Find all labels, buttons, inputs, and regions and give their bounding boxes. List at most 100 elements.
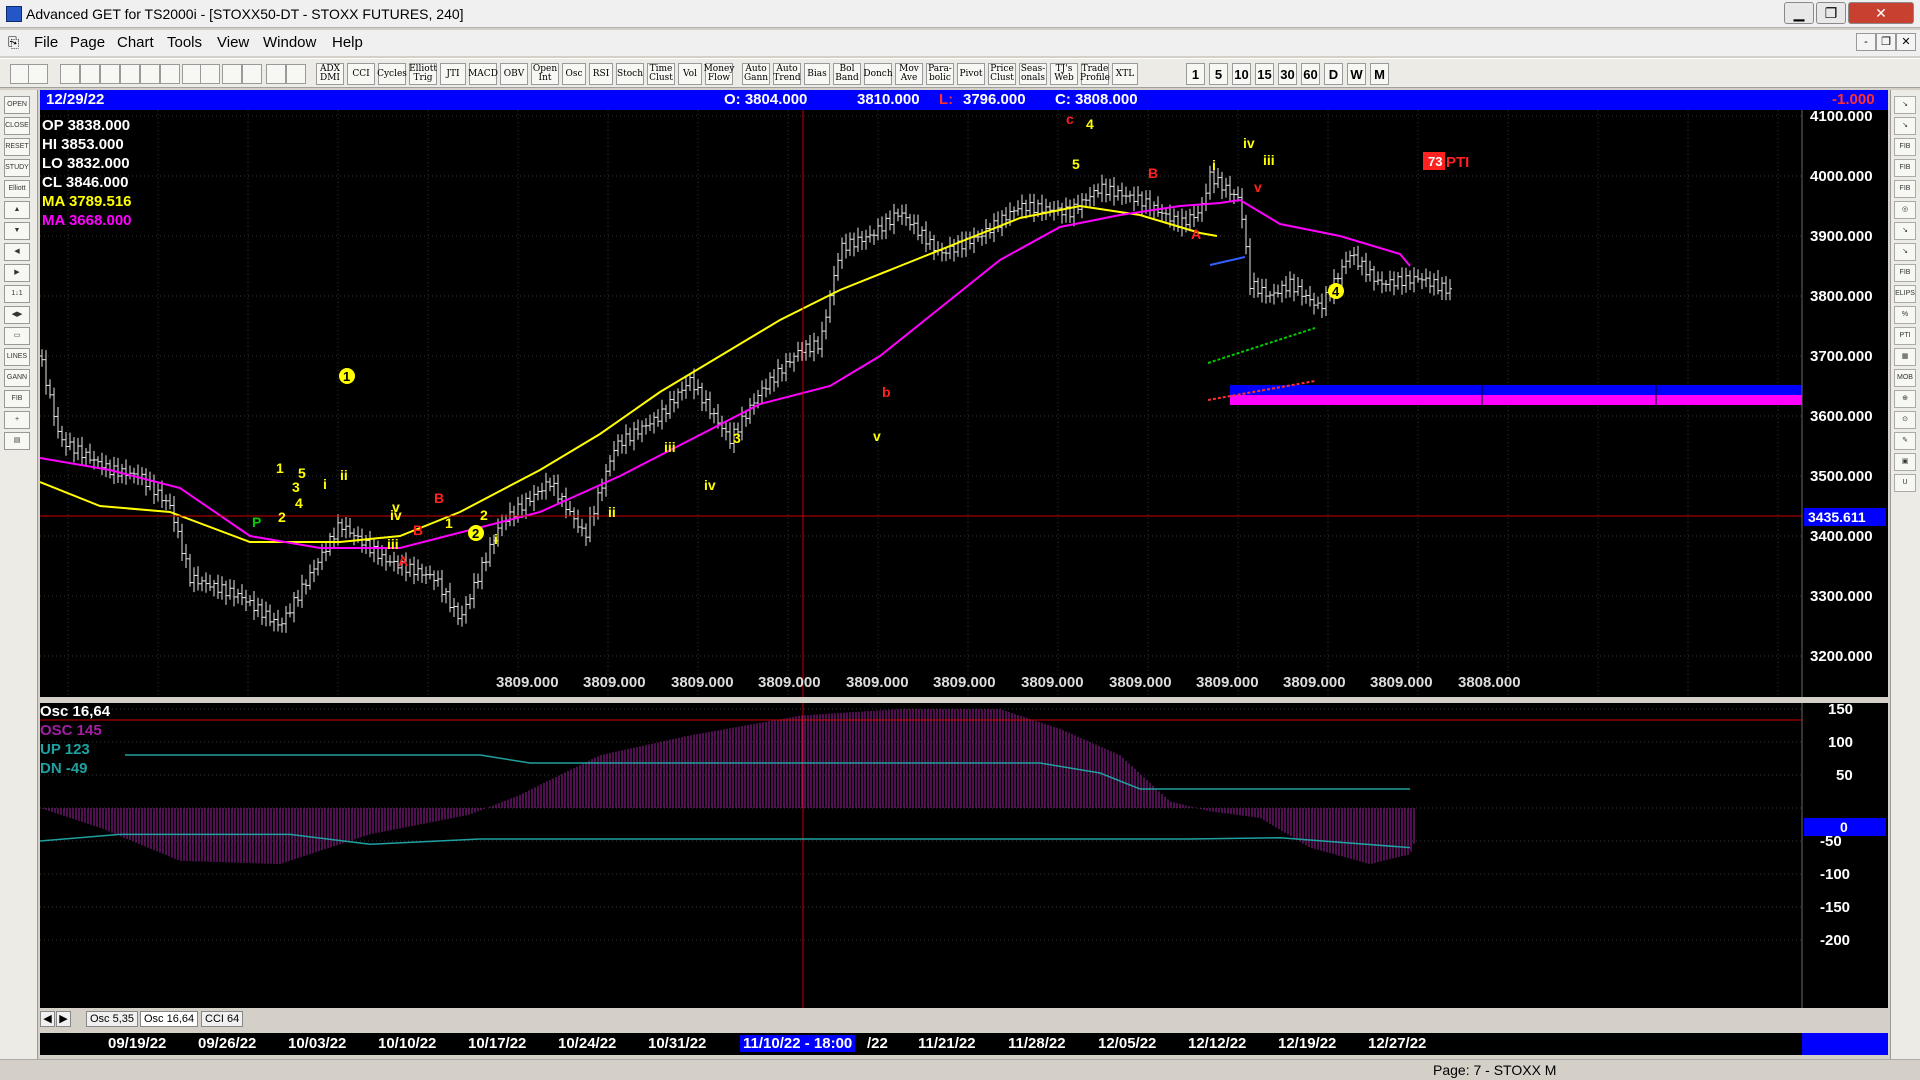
right-tool-14[interactable]: ⊕ bbox=[1894, 390, 1916, 408]
toolbar-btn-bias[interactable]: Bias bbox=[804, 63, 830, 85]
menu-tools[interactable]: Tools bbox=[167, 34, 202, 51]
toolbar-btn-mov-ave[interactable]: Mov Ave bbox=[895, 63, 923, 85]
toolbar-btn-stoch[interactable]: Stoch bbox=[616, 63, 644, 85]
setup-icon[interactable] bbox=[242, 64, 262, 84]
help-cursor-icon[interactable] bbox=[286, 64, 306, 84]
printer-icon[interactable] bbox=[222, 64, 242, 84]
left-tool-8[interactable]: ▶ bbox=[4, 264, 30, 282]
right-tool-1[interactable]: ↘ bbox=[1894, 117, 1916, 135]
mdi-restore-button[interactable]: ❐ bbox=[1876, 33, 1896, 51]
menu-page[interactable]: Page bbox=[70, 34, 105, 51]
toolbar-btn-obv[interactable]: OBV bbox=[500, 63, 528, 85]
doc-icon[interactable]: ⎘ bbox=[8, 34, 19, 51]
interval-15[interactable]: 15 bbox=[1255, 63, 1274, 85]
right-tool-5[interactable]: ◎ bbox=[1894, 201, 1916, 219]
right-tool-7[interactable]: ↘ bbox=[1894, 243, 1916, 261]
price-axis[interactable] bbox=[1802, 110, 1888, 697]
tab-cci-64[interactable]: CCI 64 bbox=[201, 1011, 244, 1027]
mdi-minimize-button[interactable]: - bbox=[1856, 33, 1876, 51]
toolbar-btn-xtl[interactable]: XTL bbox=[1112, 63, 1138, 85]
mdi-close-button[interactable]: ✕ bbox=[1896, 33, 1916, 51]
menu-chart[interactable]: Chart bbox=[117, 34, 154, 51]
pointer-icon[interactable] bbox=[10, 64, 30, 84]
left-tool-10[interactable]: ◀▶ bbox=[4, 306, 30, 324]
right-tool-4[interactable]: FIB TIME bbox=[1894, 180, 1916, 208]
toolbar-btn-trade-profile[interactable]: Trade Profile bbox=[1080, 63, 1110, 85]
right-tool-0[interactable]: ↘ bbox=[1894, 96, 1916, 114]
left-tool-15[interactable]: + bbox=[4, 411, 30, 429]
maximize-button[interactable]: ❐ bbox=[1816, 2, 1846, 24]
save-icon[interactable] bbox=[100, 64, 120, 84]
left-tool-14[interactable]: FIB bbox=[4, 390, 30, 408]
right-tool-16[interactable]: ✎ bbox=[1894, 432, 1916, 450]
left-tool-6[interactable]: ▼ bbox=[4, 222, 30, 240]
left-tool-3[interactable]: STUDY bbox=[4, 159, 30, 177]
left-tool-2[interactable]: RESET bbox=[4, 138, 30, 156]
oscillator-pane[interactable]: Osc 16,64 OSC 145 UP 123 DN -49 150 100 50… bbox=[39, 701, 1888, 1008]
wand-icon[interactable] bbox=[266, 64, 286, 84]
left-tool-1[interactable]: CLOSE bbox=[4, 117, 30, 135]
toolbar-btn-auto-gann[interactable]: Auto Gann bbox=[742, 63, 770, 85]
copy-icon[interactable] bbox=[140, 64, 160, 84]
toolbar-btn-seas-onals[interactable]: Seas-onals bbox=[1019, 63, 1047, 85]
toolbar-btn-osc[interactable]: Osc bbox=[562, 63, 586, 85]
toolbar-btn-pivot[interactable]: Pivot bbox=[957, 63, 985, 85]
right-tool-6[interactable]: ↘ bbox=[1894, 222, 1916, 240]
new-page-icon[interactable] bbox=[60, 64, 80, 84]
paste-icon[interactable] bbox=[160, 64, 180, 84]
right-tool-15[interactable]: ⊙ bbox=[1894, 411, 1916, 429]
left-tool-0[interactable]: OPEN bbox=[4, 96, 30, 114]
close-button[interactable]: ✕ bbox=[1848, 2, 1914, 24]
toolbar-btn-price-clust[interactable]: Price Clust bbox=[988, 63, 1016, 85]
minimize-button[interactable]: ▁ bbox=[1784, 2, 1814, 24]
right-tool-3[interactable]: FIB EXT bbox=[1894, 159, 1916, 187]
interval-w[interactable]: W bbox=[1347, 63, 1366, 85]
menu-view[interactable]: View bbox=[217, 34, 249, 51]
tab-osc-5-35[interactable]: Osc 5,35 bbox=[86, 1011, 139, 1027]
right-tool-13[interactable]: MOB bbox=[1894, 369, 1916, 387]
toolbar-btn-vol[interactable]: Vol bbox=[678, 63, 702, 85]
toolbar-btn-macd[interactable]: MACD bbox=[468, 63, 498, 85]
menu-window[interactable]: Window bbox=[263, 34, 316, 51]
left-tool-9[interactable]: 1↓1 bbox=[4, 285, 30, 303]
interval-60[interactable]: 60 bbox=[1301, 63, 1320, 85]
toolbar-btn-money-flow[interactable]: Money Flow bbox=[704, 63, 734, 85]
toolbar-btn-jti[interactable]: JTI bbox=[440, 63, 466, 85]
left-tool-5[interactable]: ▲ bbox=[4, 201, 30, 219]
right-tool-2[interactable]: FIB RET bbox=[1894, 138, 1916, 166]
print-icon[interactable] bbox=[120, 64, 140, 84]
price-chart[interactable]: P21345iiiiviiivABB12iiiiiiiv3vbac45BAiii… bbox=[39, 91, 1888, 697]
right-tool-18[interactable]: U bbox=[1894, 474, 1916, 492]
interval-30[interactable]: 30 bbox=[1278, 63, 1297, 85]
right-tool-9[interactable]: ELIPS bbox=[1894, 285, 1916, 303]
toolbar-btn-auto-trend[interactable]: Auto Trend bbox=[773, 63, 801, 85]
toolbar-btn-rsi[interactable]: RSI bbox=[589, 63, 613, 85]
toolbar-btn-adx-dmi[interactable]: ADX DMI bbox=[316, 63, 344, 85]
interval-5[interactable]: 5 bbox=[1209, 63, 1228, 85]
toolbar-btn-cycles[interactable]: Cycles bbox=[377, 63, 407, 85]
toolbar-btn-cci[interactable]: CCI bbox=[347, 63, 375, 85]
toolbar-btn-donch[interactable]: Donch bbox=[863, 63, 893, 85]
right-tool-17[interactable]: ▣ bbox=[1894, 453, 1916, 471]
toolbar-btn-elliott-trig[interactable]: Elliott Trig bbox=[409, 63, 437, 85]
chart-icon[interactable] bbox=[200, 64, 220, 84]
grid-icon[interactable] bbox=[182, 64, 202, 84]
script-icon[interactable] bbox=[28, 64, 48, 84]
tab-scroll-right[interactable]: ▶ bbox=[56, 1011, 71, 1027]
toolbar-btn-tj-s-web[interactable]: TJ's Web bbox=[1050, 63, 1078, 85]
right-tool-12[interactable]: ▦ bbox=[1894, 348, 1916, 366]
toolbar-btn-time-clust[interactable]: Time Clust bbox=[647, 63, 675, 85]
menu-file[interactable]: File bbox=[34, 34, 58, 51]
interval-1[interactable]: 1 bbox=[1186, 63, 1205, 85]
interval-m[interactable]: M bbox=[1370, 63, 1389, 85]
left-tool-16[interactable]: ▤ bbox=[4, 432, 30, 450]
left-tool-12[interactable]: LINES bbox=[4, 348, 30, 366]
interval-10[interactable]: 10 bbox=[1232, 63, 1251, 85]
toolbar-btn-open-int[interactable]: Open Int bbox=[531, 63, 559, 85]
left-tool-13[interactable]: GANN bbox=[4, 369, 30, 387]
left-tool-11[interactable]: ▭ bbox=[4, 327, 30, 345]
right-tool-10[interactable]: % bbox=[1894, 306, 1916, 324]
menu-help[interactable]: Help bbox=[332, 34, 363, 51]
tab-scroll-left[interactable]: ◀ bbox=[40, 1011, 55, 1027]
open-icon[interactable] bbox=[80, 64, 100, 84]
